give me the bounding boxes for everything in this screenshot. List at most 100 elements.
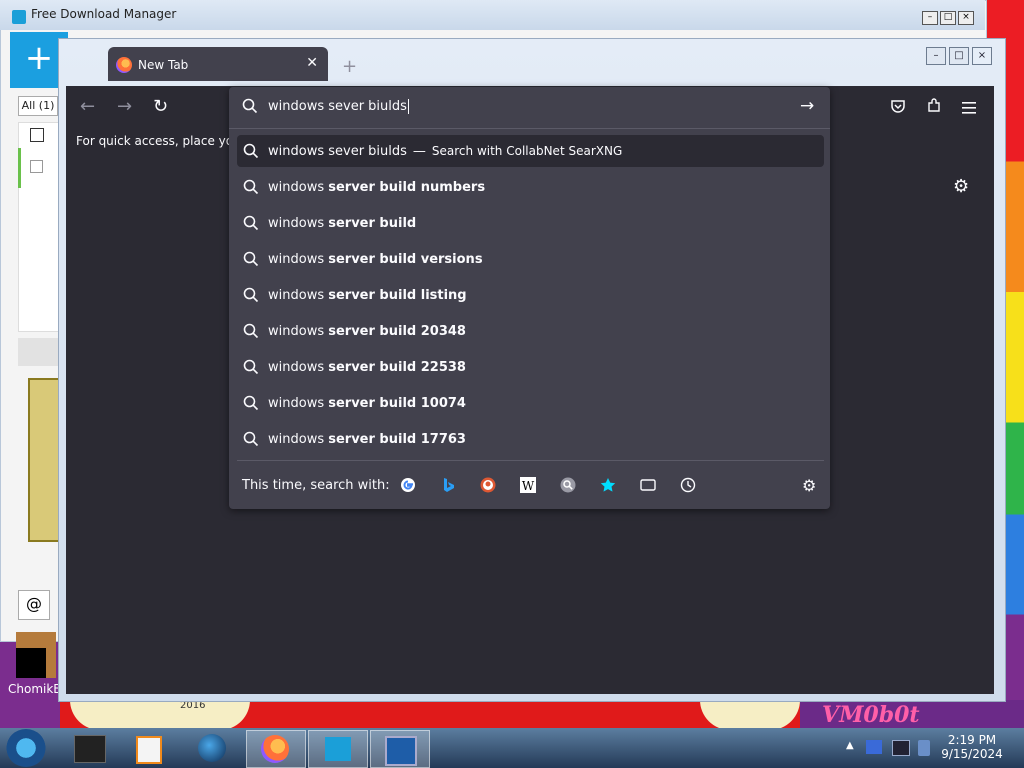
fdm-row-checkbox[interactable] [30, 160, 43, 173]
search-icon [243, 287, 259, 307]
fdm-logo-icon [12, 10, 26, 24]
menu-icon[interactable] [962, 99, 976, 118]
suggestion-prefix: windows [268, 360, 329, 375]
suggestion-row-selected[interactable]: windows sever biulds — Search with CollabN… [237, 135, 824, 167]
fdm-select-all-checkbox[interactable] [30, 128, 44, 142]
pocket-icon[interactable] [890, 98, 906, 118]
taskbar-fdm[interactable] [308, 730, 368, 768]
suggestion-text: windows server build 17763 [268, 432, 466, 447]
back-arrow-icon[interactable]: ← [80, 96, 95, 117]
search-icon [243, 215, 259, 235]
firefox-minimize-button[interactable]: – [926, 47, 946, 65]
urlbar-separator [229, 128, 830, 129]
suggestion-row[interactable]: windows server build 10074 [237, 387, 824, 419]
suggestion-query: windows sever biulds [268, 144, 407, 159]
suggestion-text: windows server build listing [268, 288, 467, 303]
suggestion-action: Search with CollabNet SearXNG [431, 144, 623, 158]
taskbar-firefox[interactable] [246, 730, 306, 768]
bookmarks-star-icon[interactable] [600, 477, 616, 493]
firefox-close-button[interactable]: × [972, 47, 992, 65]
suggestion-completion: server build 17763 [328, 432, 466, 447]
search-icon [243, 359, 259, 379]
search-icon [243, 251, 259, 271]
taskbar-app-1[interactable] [60, 730, 118, 766]
desktop-icon-label[interactable]: ChomikB [8, 682, 62, 696]
fdm-close-button[interactable]: × [958, 11, 974, 25]
tray-clock[interactable]: 2:19 PM 9/15/2024 [940, 733, 1004, 761]
fdm-tab-all[interactable]: All (1) [18, 96, 58, 116]
newtab-settings-gear-icon[interactable]: ⚙ [953, 176, 969, 197]
tray-date: 9/15/2024 [941, 747, 1003, 761]
tab-new-tab[interactable]: New Tab ✕ [108, 47, 328, 81]
search-icon [243, 143, 259, 163]
suggestion-row[interactable]: windows server build 22538 [237, 351, 824, 383]
tab-title: New Tab [138, 58, 189, 72]
start-button[interactable] [6, 729, 46, 767]
suggestion-text: windows server build numbers [268, 180, 485, 195]
suggestion-prefix: windows [268, 288, 329, 303]
reload-icon[interactable]: ↻ [153, 96, 168, 117]
tray-expand-icon[interactable]: ▲ [846, 740, 854, 751]
fdm-title: Free Download Manager [31, 7, 177, 21]
tray-network-icon[interactable] [866, 740, 882, 754]
new-tab-button[interactable]: + [342, 56, 357, 77]
suggestion-text: windows server build 22538 [268, 360, 466, 375]
suggestion-prefix: windows [268, 324, 329, 339]
forward-arrow-icon[interactable]: → [117, 96, 132, 117]
suggestion-row[interactable]: windows server build 17763 [237, 423, 824, 455]
tray-time: 2:19 PM [947, 733, 997, 747]
fdm-maximize-button[interactable]: □ [940, 11, 956, 25]
tabs-icon[interactable] [640, 477, 656, 493]
fdm-minimize-button[interactable]: – [922, 11, 938, 25]
fdm-file-preview [28, 378, 62, 542]
suggestion-text: windows server build 20348 [268, 324, 466, 339]
suggestion-completion: server build 20348 [328, 324, 466, 339]
suggestion-completion: server build versions [328, 252, 483, 267]
wallpaper-text: VM0b0t [822, 702, 920, 728]
taskbar-globe[interactable] [184, 730, 242, 766]
urlbar-value: windows sever biulds [268, 99, 407, 114]
oneoff-separator [237, 460, 824, 461]
firefox-maximize-button[interactable]: □ [949, 47, 969, 65]
search-settings-gear-icon[interactable]: ⚙ [802, 476, 816, 495]
urlbar-input[interactable]: windows sever biulds [268, 99, 409, 114]
tray-display-icon[interactable] [892, 740, 910, 756]
oneoff-label: This time, search with: [242, 478, 390, 493]
suggestion-prefix: windows [268, 180, 329, 195]
google-icon[interactable] [400, 477, 416, 493]
suggestion-completion: server build [328, 216, 417, 231]
suggestion-completion: server build 10074 [328, 396, 466, 411]
snail-icon[interactable]: @ [18, 590, 50, 620]
wallpaper-strip: 2016 VM0b0t [60, 700, 1024, 730]
tray-speaker-icon[interactable] [918, 740, 930, 756]
suggestion-row[interactable]: windows server build listing [237, 279, 824, 311]
suggestion-row[interactable]: windows server build versions [237, 243, 824, 275]
suggestion-prefix: windows [268, 252, 329, 267]
taskbar-virtualbox[interactable] [370, 730, 430, 768]
suggestion-prefix: windows [268, 432, 329, 447]
search-icon [243, 431, 259, 451]
desktop-icon-image [16, 648, 46, 678]
suggestion-text: windows server build versions [268, 252, 483, 267]
search-icon [243, 323, 259, 343]
tab-close-icon[interactable]: ✕ [306, 55, 318, 71]
suggestion-completion: server build numbers [328, 180, 486, 195]
go-arrow-icon[interactable]: → [800, 96, 814, 116]
history-icon[interactable] [680, 477, 696, 493]
wikipedia-icon[interactable]: W [520, 477, 536, 493]
suggestion-dash: — [412, 144, 426, 159]
fdm-titlebar: Free Download Manager [0, 0, 985, 30]
suggestion-text: windows server build [268, 216, 416, 231]
suggestion-row[interactable]: windows server build 20348 [237, 315, 824, 347]
suggestion-text: windows server build 10074 [268, 396, 466, 411]
suggestion-completion: server build listing [328, 288, 467, 303]
suggestion-prefix: windows [268, 216, 329, 231]
extensions-icon[interactable] [926, 98, 942, 118]
duckduckgo-icon[interactable] [480, 477, 496, 493]
fdm-details-header [18, 338, 58, 366]
suggestion-row[interactable]: windows server build numbers [237, 171, 824, 203]
bing-icon[interactable] [440, 477, 456, 493]
suggestion-row[interactable]: windows server build [237, 207, 824, 239]
taskbar-media-player[interactable] [120, 730, 178, 766]
searx-icon[interactable] [560, 477, 576, 493]
